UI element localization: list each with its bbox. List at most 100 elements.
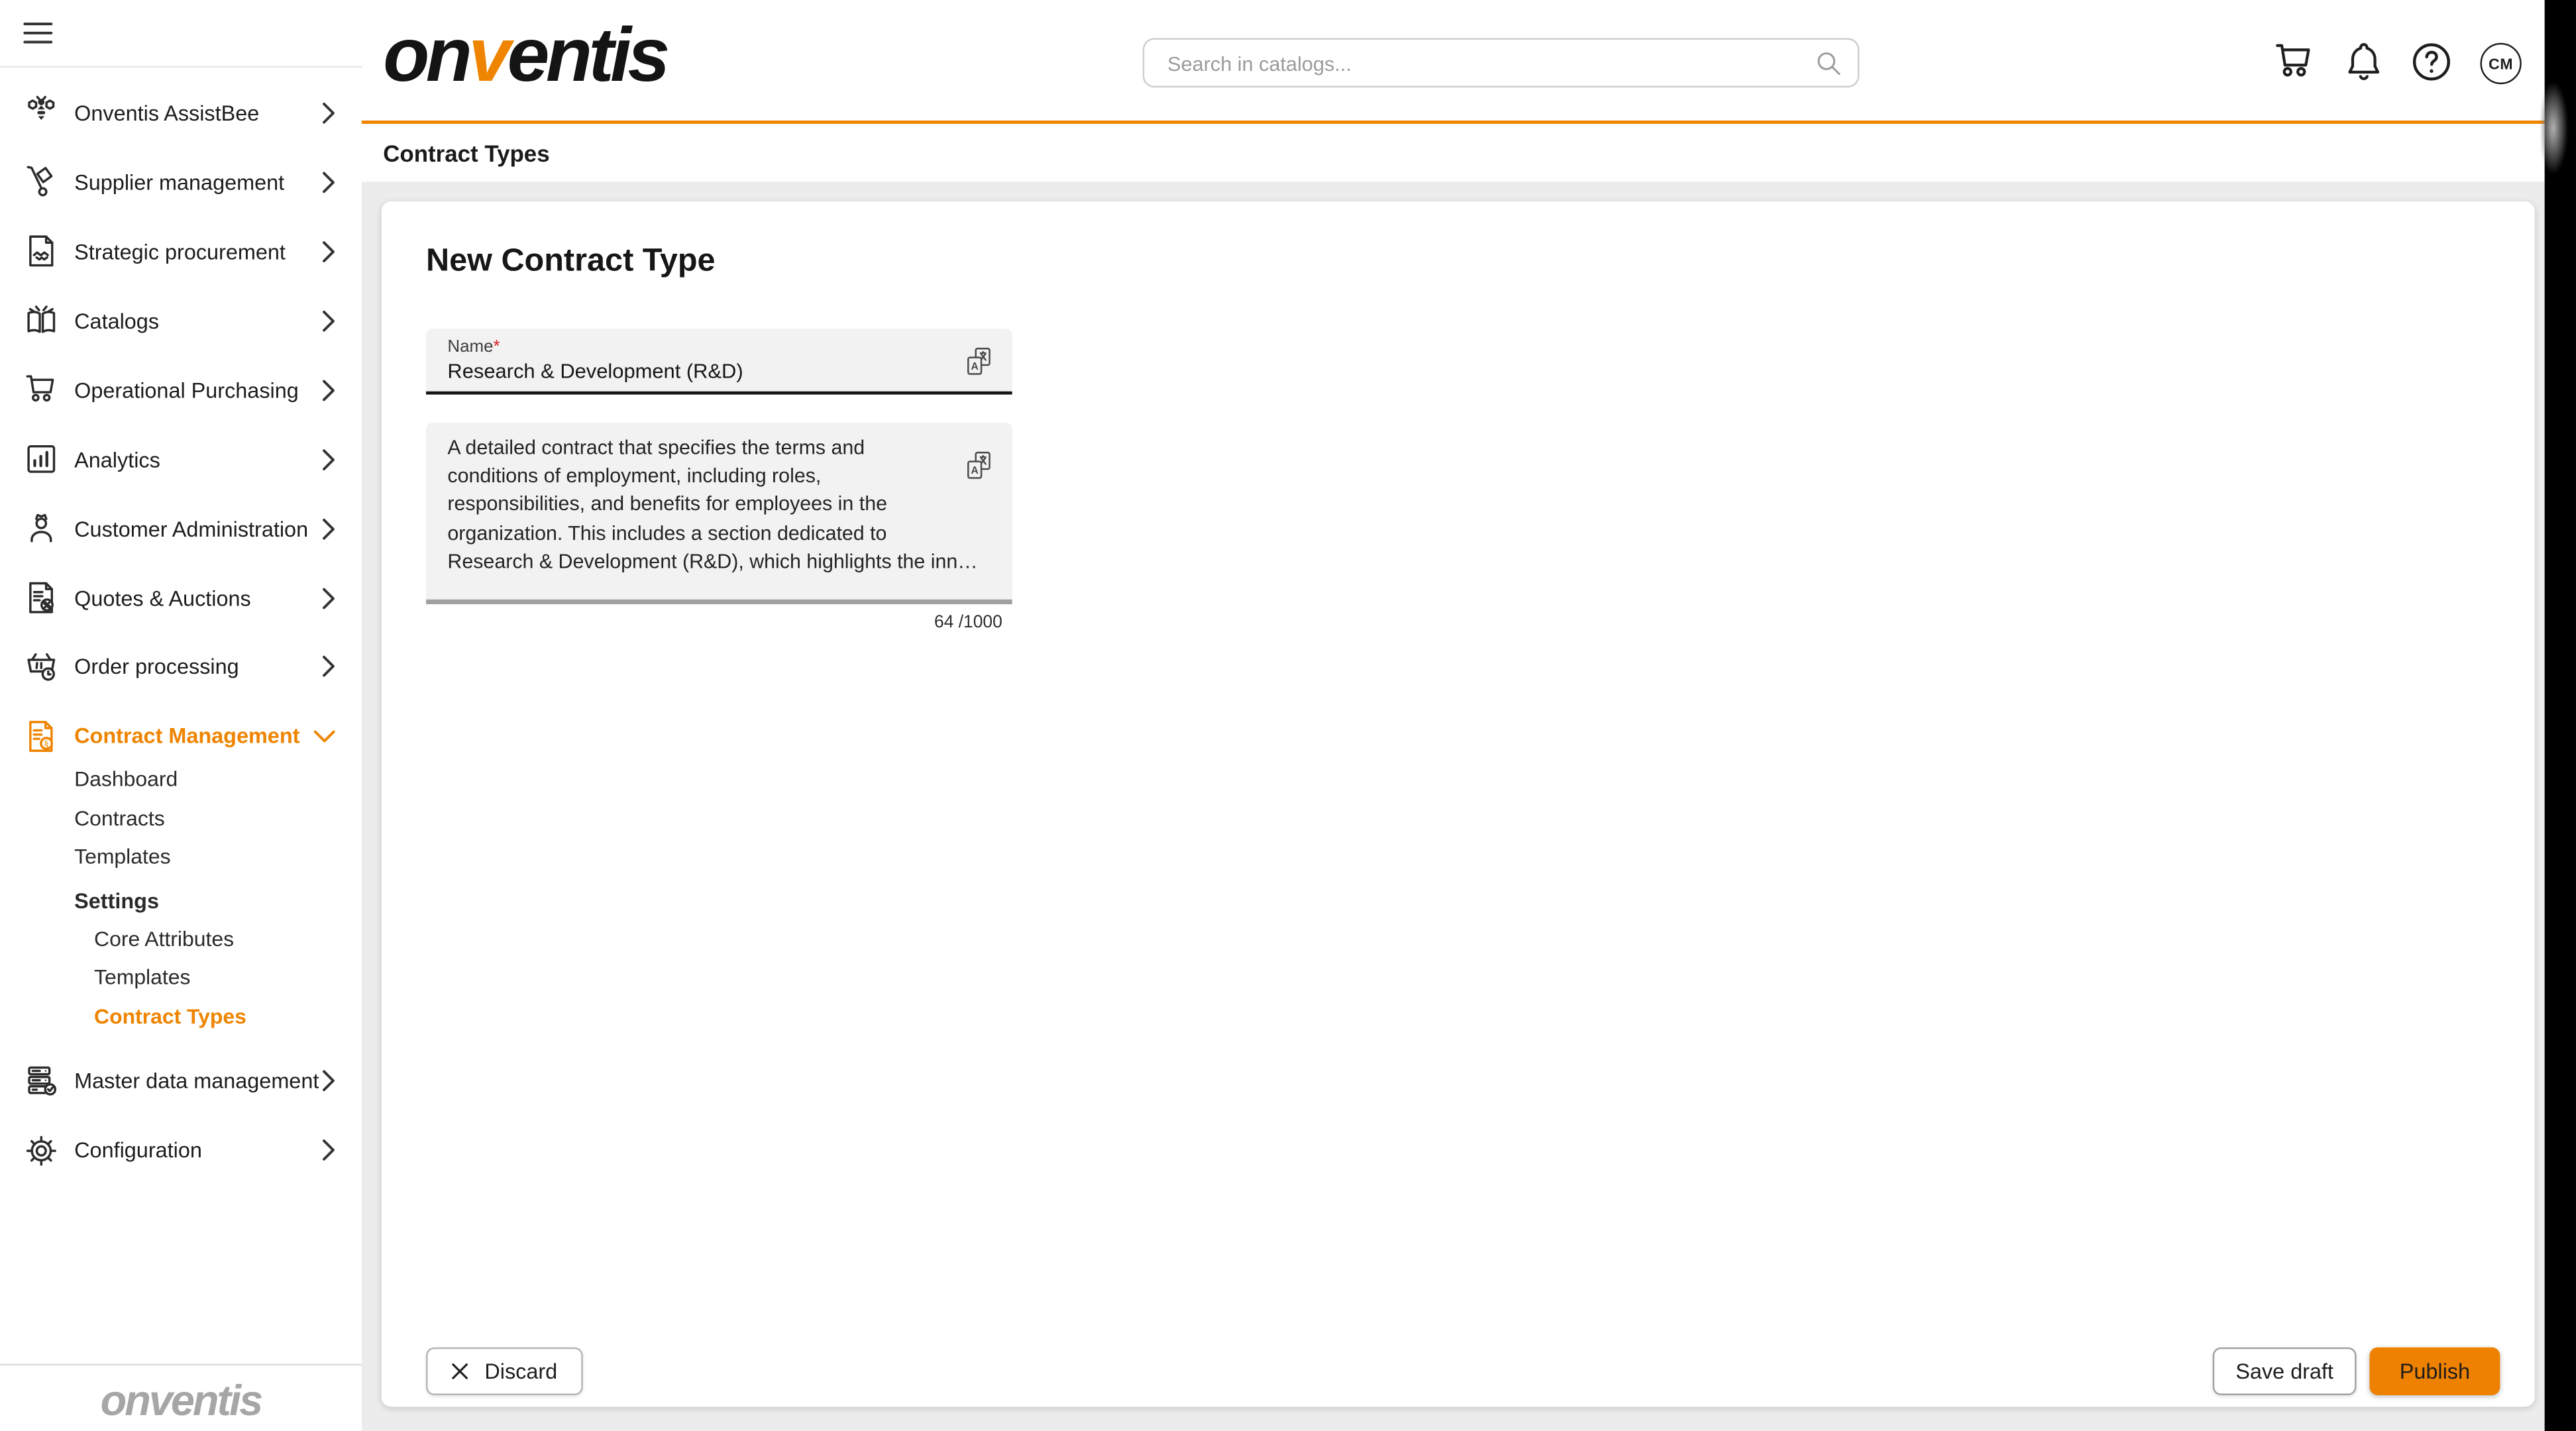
open-book-icon — [23, 302, 60, 339]
document-paragraph-icon: § — [23, 717, 60, 754]
sidebar-item-customer-administration[interactable]: Customer Administration — [0, 494, 362, 563]
sidebar-item-contracts[interactable]: Contracts — [0, 798, 362, 837]
gear-icon — [23, 1132, 60, 1168]
document-handshake-icon — [23, 233, 60, 269]
sidebar-item-quotes-auctions[interactable]: Quotes & Auctions — [0, 563, 362, 633]
bar-chart-icon — [23, 441, 60, 477]
help-question-icon[interactable] — [2409, 40, 2453, 84]
chevron-right-icon — [322, 101, 335, 123]
sidebar-item-dashboard[interactable]: Dashboard — [0, 759, 362, 798]
description-text-line: responsibilities, and benefits for emplo… — [447, 491, 977, 519]
sidebar-item-configuration[interactable]: Configuration — [0, 1116, 362, 1185]
sidebar-item-order-processing[interactable]: Order processing — [0, 631, 362, 701]
sidebar-item-label: Core Attributes — [94, 926, 234, 951]
chevron-right-icon — [322, 655, 335, 676]
sidebar-item-strategic-procurement[interactable]: Strategic procurement — [0, 216, 362, 286]
sidebar-item-label: Strategic procurement — [74, 238, 286, 263]
logo-text: on — [383, 11, 468, 97]
sidebar-item-label: Dashboard — [74, 766, 178, 790]
description-text-line: conditions of employment, including role… — [447, 462, 977, 491]
chevron-right-icon — [322, 171, 335, 192]
search-icon[interactable] — [1813, 48, 1845, 79]
sidebar-item-catalogs[interactable]: Catalogs — [0, 286, 362, 355]
publish-button[interactable]: Publish — [2369, 1348, 2500, 1395]
search-input[interactable] — [1164, 40, 1798, 89]
user-crown-icon — [23, 510, 60, 547]
sidebar-item-label: Supplier management — [74, 169, 284, 193]
description-text-line: organization. This includes a section de… — [447, 519, 977, 548]
sidebar-item-label: Configuration — [74, 1138, 202, 1162]
chevron-right-icon — [322, 449, 335, 470]
description-text: A detailed contract that specifies the t… — [447, 434, 977, 576]
logo-text: entis — [508, 11, 667, 97]
app-window: Onventis AssistBee Supplier management Str… — [0, 0, 2576, 1431]
notification-bell-icon[interactable] — [2341, 40, 2386, 84]
translate-icon[interactable]: A — [963, 345, 996, 378]
character-count: 64 /1000 — [426, 613, 1002, 633]
shopping-cart-icon — [23, 372, 60, 408]
sidebar: Onventis AssistBee Supplier management Str… — [0, 0, 362, 1431]
sidebar-item-label: Settings — [74, 888, 159, 912]
description-text-line: Research & Development (R&D), which high… — [447, 548, 977, 576]
onventis-logo[interactable]: onventis — [383, 10, 667, 99]
sidebar-item-label: Customer Administration — [74, 516, 308, 541]
sidebar-item-label: Catalogs — [74, 308, 159, 333]
name-field-label: Name* — [447, 339, 500, 356]
svg-text:A: A — [971, 361, 979, 372]
chevron-down-icon — [314, 729, 335, 742]
close-icon — [452, 1362, 470, 1380]
discard-button-label: Discard — [484, 1359, 557, 1383]
name-input[interactable]: Research & Development (R&D) — [447, 360, 743, 383]
sidebar-item-supplier-management[interactable]: Supplier management — [0, 147, 362, 217]
svg-text:§: § — [44, 738, 48, 749]
sidebar-item-onventis-assistbee[interactable]: Onventis AssistBee — [0, 78, 362, 147]
sidebar-item-master-data-management[interactable]: Master data management — [0, 1046, 362, 1116]
user-avatar[interactable]: CM — [2480, 43, 2521, 84]
sidebar-item-operational-purchasing[interactable]: Operational Purchasing — [0, 355, 362, 425]
chevron-right-icon — [322, 517, 335, 539]
breadcrumb: Contract Types — [383, 140, 549, 166]
chevron-right-icon — [322, 1070, 335, 1091]
description-textarea[interactable]: A detailed contract that specifies the t… — [426, 423, 1012, 604]
discard-button[interactable]: Discard — [426, 1348, 583, 1395]
sidebar-item-contract-types[interactable]: Contract Types — [0, 996, 362, 1035]
catalog-search-box — [1143, 38, 1860, 87]
name-field[interactable]: Name* Research & Development (R&D) A — [426, 329, 1012, 395]
sidebar-item-label: Templates — [94, 965, 190, 989]
hamburger-menu-icon[interactable] — [23, 21, 53, 44]
breadcrumb-bar: Contract Types — [362, 124, 2545, 182]
sidebar-item-label: Templates — [74, 844, 170, 869]
sidebar-item-settings[interactable]: Settings — [0, 880, 362, 920]
sidebar-item-label: Quotes & Auctions — [74, 586, 251, 610]
sidebar-item-label: Order processing — [74, 654, 239, 678]
bee-icon — [23, 94, 60, 131]
document-percent-icon — [23, 580, 60, 616]
sidebar-item-analytics[interactable]: Analytics — [0, 425, 362, 494]
chevron-right-icon — [322, 379, 335, 400]
sidebar-item-settings-templates[interactable]: Templates — [0, 957, 362, 996]
save-draft-button[interactable]: Save draft — [2213, 1348, 2357, 1395]
chevron-right-icon — [322, 309, 335, 331]
sidebar-footer-divider — [0, 1364, 362, 1365]
sidebar-item-core-attributes[interactable]: Core Attributes — [0, 920, 362, 959]
chevron-right-icon — [322, 240, 335, 262]
sidebar-item-label: Operational Purchasing — [74, 377, 299, 401]
sidebar-item-templates[interactable]: Templates — [0, 837, 362, 876]
chevron-right-icon — [322, 1140, 335, 1161]
sidebar-footer-logo: onventis — [0, 1375, 362, 1426]
sidebar-item-label: Master data management — [74, 1069, 319, 1093]
sidebar-divider — [0, 66, 362, 68]
new-contract-type-card: New Contract Type Name* Research & Devel… — [382, 201, 2535, 1406]
translate-icon[interactable]: A — [963, 449, 996, 482]
publish-button-label: Publish — [2400, 1359, 2470, 1383]
sidebar-item-label: Onventis AssistBee — [74, 100, 259, 125]
save-draft-button-label: Save draft — [2235, 1359, 2334, 1383]
chevron-right-icon — [322, 587, 335, 608]
screen-edge-strip — [2545, 0, 2576, 1431]
sidebar-item-label: Contract Types — [94, 1003, 246, 1028]
logo-v-check: v — [468, 11, 507, 97]
shopping-cart-icon[interactable] — [2272, 40, 2316, 84]
sidebar-item-label: Analytics — [74, 447, 160, 471]
svg-text:A: A — [971, 465, 979, 476]
screen-edge-artifact — [2542, 83, 2568, 174]
